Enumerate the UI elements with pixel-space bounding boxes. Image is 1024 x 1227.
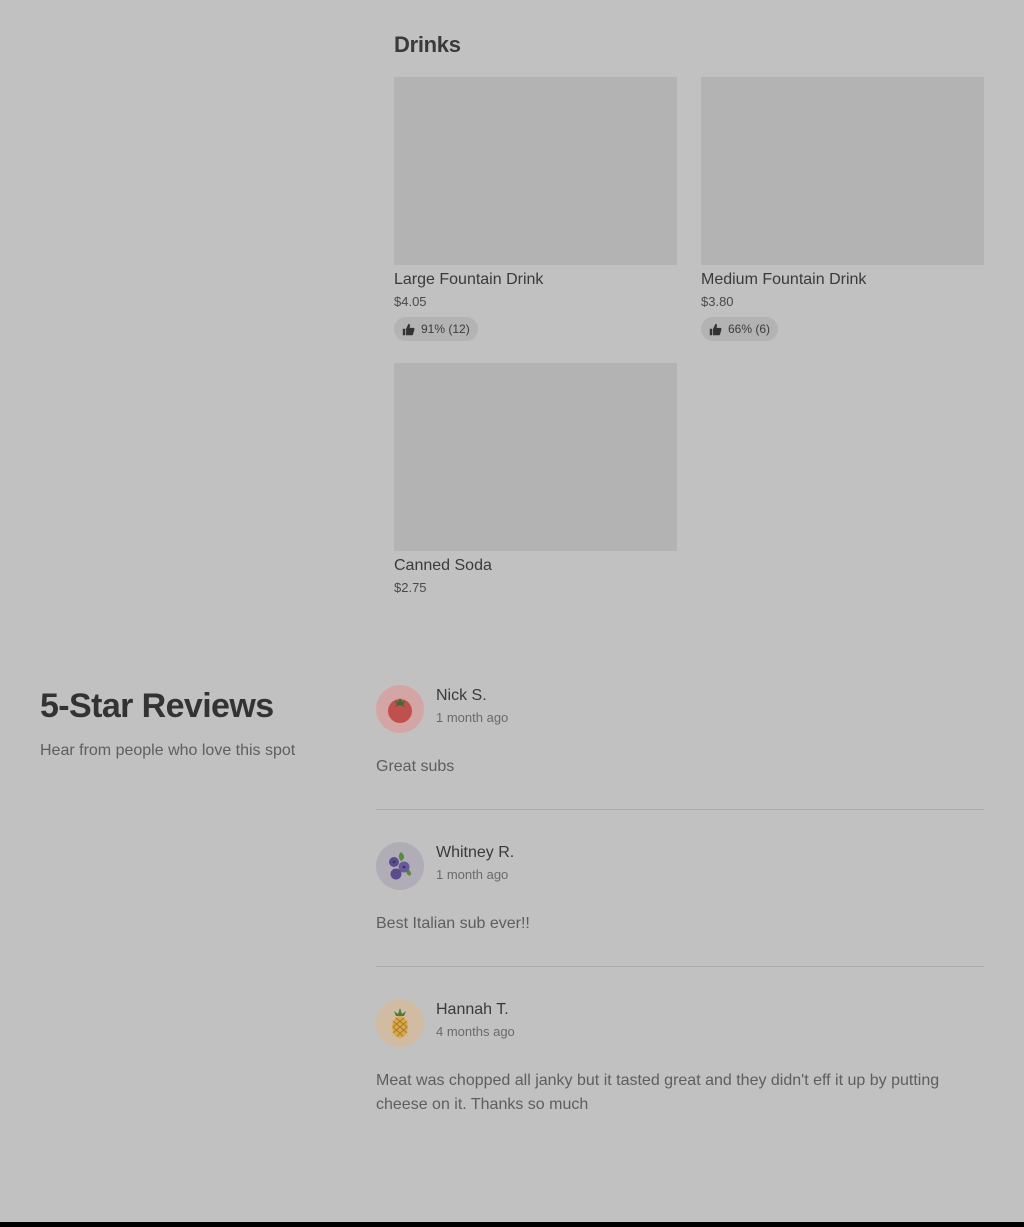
item-image[interactable] — [394, 363, 677, 551]
item-image[interactable] — [701, 77, 984, 265]
item-image[interactable] — [394, 77, 677, 265]
reviewer-name: Hannah T. — [436, 1001, 509, 1018]
rating-badge: 91% (12) — [394, 317, 478, 341]
review-time: 1 month ago — [436, 867, 509, 882]
item-name: Medium Fountain Drink — [701, 271, 867, 288]
review-item: Hannah T. 4 months ago Meat was chopped … — [376, 999, 984, 1117]
item-price: $2.75 — [394, 580, 427, 595]
review-text: Great subs — [376, 758, 455, 775]
menu-item-canned-soda[interactable]: Canned Soda $2.75 — [394, 363, 677, 597]
avatar — [376, 999, 424, 1047]
pineapple-icon — [392, 1008, 408, 1038]
menu-item-medium-fountain-drink[interactable]: Medium Fountain Drink $3.80 66% (6) — [701, 77, 984, 341]
review-text: Meat was chopped all janky but it tasted… — [376, 1072, 940, 1113]
reviews-title: 5-Star Reviews — [40, 687, 274, 725]
reviews-header: 5-Star Reviews Hear from people who love… — [40, 684, 340, 762]
reviews-list: Nick S. 1 month ago Great subs Whitney R — [376, 685, 984, 1149]
rating-text: 66% (6) — [728, 322, 771, 336]
bottom-bar — [0, 1222, 1024, 1227]
item-price: $3.80 — [701, 294, 734, 309]
review-text: Best Italian sub ever!! — [376, 915, 530, 932]
thumbs-up-icon — [402, 323, 415, 335]
reviews-subtitle: Hear from people who love this spot — [40, 742, 296, 759]
item-name: Canned Soda — [394, 557, 492, 574]
drinks-section: Drinks — [394, 30, 984, 60]
reviewer-name: Nick S. — [436, 687, 487, 704]
thumbs-up-icon — [709, 323, 722, 335]
rating-text: 91% (12) — [421, 322, 470, 336]
rating-badge: 66% (6) — [701, 317, 779, 341]
tomato-icon — [388, 698, 412, 723]
blueberries-icon — [389, 852, 411, 880]
section-title: Drinks — [394, 32, 461, 57]
item-price: $4.05 — [394, 294, 427, 309]
reviewer-name: Whitney R. — [436, 844, 515, 861]
review-item: Whitney R. 1 month ago Best Italian sub … — [376, 842, 984, 967]
avatar — [376, 685, 424, 733]
review-time: 4 months ago — [436, 1024, 515, 1039]
menu-item-large-fountain-drink[interactable]: Large Fountain Drink $4.05 91% (12) — [394, 77, 677, 341]
avatar — [376, 842, 424, 890]
review-time: 1 month ago — [436, 710, 509, 725]
item-name: Large Fountain Drink — [394, 271, 544, 288]
review-item: Nick S. 1 month ago Great subs — [376, 685, 984, 810]
